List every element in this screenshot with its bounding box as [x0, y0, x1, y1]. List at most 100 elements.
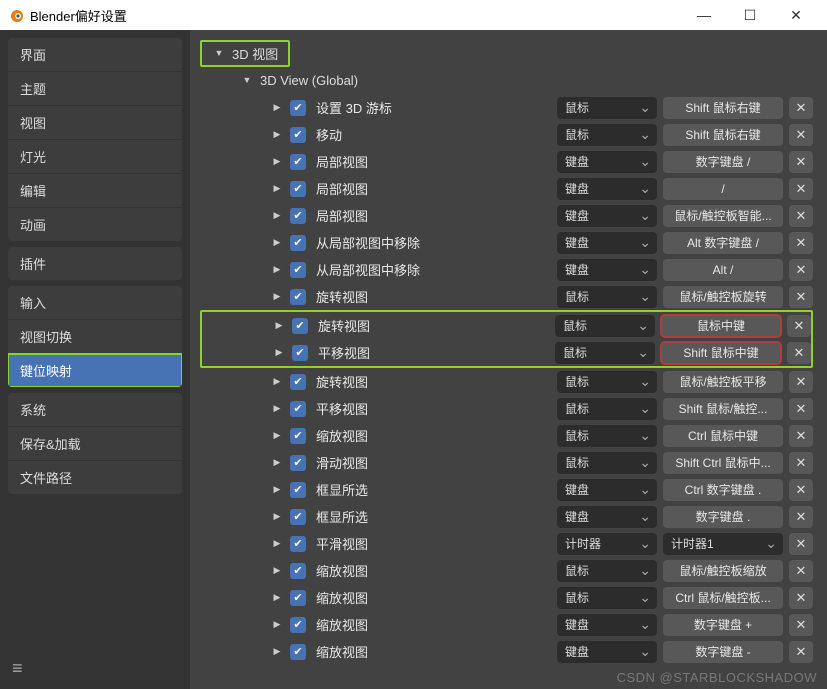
sidebar-item[interactable]: 插件	[8, 247, 182, 280]
key-binding-button[interactable]: 数字键盘 /	[663, 151, 783, 173]
remove-binding-button[interactable]	[789, 398, 813, 420]
key-binding-button[interactable]: 数字键盘 .	[663, 506, 783, 528]
disclosure-right-icon[interactable]	[270, 237, 284, 248]
event-type-select[interactable]: 鼠标	[557, 452, 657, 474]
disclosure-down-icon[interactable]	[212, 48, 226, 59]
event-type-select[interactable]: 鼠标	[557, 124, 657, 146]
sidebar-item[interactable]: 主题	[8, 72, 182, 106]
enable-checkbox[interactable]	[290, 455, 306, 471]
maximize-button[interactable]: ☐	[727, 0, 773, 30]
key-binding-button[interactable]: Shift 鼠标中键	[661, 342, 781, 364]
key-binding-button[interactable]: 鼠标/触控板旋转	[663, 286, 783, 308]
section-3d-view[interactable]: 3D 视图	[200, 40, 290, 67]
enable-checkbox[interactable]	[290, 262, 306, 278]
key-binding-button[interactable]: 鼠标/触控板智能...	[663, 205, 783, 227]
event-type-select[interactable]: 键盘	[557, 205, 657, 227]
disclosure-right-icon[interactable]	[272, 320, 286, 331]
event-type-select[interactable]: 鼠标	[555, 342, 655, 364]
section-3d-view-global[interactable]: 3D View (Global)	[200, 67, 813, 94]
key-binding-button[interactable]: 鼠标/触控板缩放	[663, 560, 783, 582]
sidebar-item[interactable]: 输入	[8, 286, 182, 320]
remove-binding-button[interactable]	[789, 452, 813, 474]
remove-binding-button[interactable]	[789, 205, 813, 227]
event-type-select[interactable]: 键盘	[557, 479, 657, 501]
sidebar-item[interactable]: 保存&加载	[8, 427, 182, 461]
enable-checkbox[interactable]	[290, 154, 306, 170]
remove-binding-button[interactable]	[787, 342, 811, 364]
event-type-select[interactable]: 键盘	[557, 641, 657, 663]
remove-binding-button[interactable]	[789, 259, 813, 281]
disclosure-right-icon[interactable]	[270, 102, 284, 113]
disclosure-right-icon[interactable]	[270, 403, 284, 414]
event-type-select[interactable]: 鼠标	[557, 425, 657, 447]
key-binding-button[interactable]: Shift Ctrl 鼠标中...	[663, 452, 783, 474]
disclosure-right-icon[interactable]	[270, 619, 284, 630]
minimize-button[interactable]: —	[681, 0, 727, 30]
disclosure-right-icon[interactable]	[270, 565, 284, 576]
enable-checkbox[interactable]	[290, 536, 306, 552]
key-binding-button[interactable]: Shift 鼠标右键	[663, 97, 783, 119]
event-type-select[interactable]: 鼠标	[555, 315, 655, 337]
remove-binding-button[interactable]	[789, 425, 813, 447]
remove-binding-button[interactable]	[789, 614, 813, 636]
enable-checkbox[interactable]	[290, 181, 306, 197]
enable-checkbox[interactable]	[290, 235, 306, 251]
disclosure-right-icon[interactable]	[270, 538, 284, 549]
disclosure-down-icon[interactable]	[240, 75, 254, 86]
enable-checkbox[interactable]	[290, 100, 306, 116]
key-binding-button[interactable]: Alt /	[663, 259, 783, 281]
sidebar-item[interactable]: 视图	[8, 106, 182, 140]
disclosure-right-icon[interactable]	[270, 129, 284, 140]
remove-binding-button[interactable]	[789, 560, 813, 582]
sidebar-item[interactable]: 灯光	[8, 140, 182, 174]
key-binding-button[interactable]: /	[663, 178, 783, 200]
enable-checkbox[interactable]	[290, 644, 306, 660]
sidebar-item[interactable]: 动画	[8, 208, 182, 241]
disclosure-right-icon[interactable]	[270, 291, 284, 302]
enable-checkbox[interactable]	[290, 590, 306, 606]
event-type-select[interactable]: 鼠标	[557, 97, 657, 119]
event-type-select[interactable]: 计时器	[557, 533, 657, 555]
hamburger-icon[interactable]: ≡	[12, 658, 23, 679]
event-type-select[interactable]: 键盘	[557, 259, 657, 281]
enable-checkbox[interactable]	[290, 208, 306, 224]
sidebar-item[interactable]: 文件路径	[8, 461, 182, 494]
disclosure-right-icon[interactable]	[270, 592, 284, 603]
event-type-select[interactable]: 键盘	[557, 178, 657, 200]
disclosure-right-icon[interactable]	[270, 430, 284, 441]
key-binding-button[interactable]: Shift 鼠标/触控...	[663, 398, 783, 420]
enable-checkbox[interactable]	[290, 401, 306, 417]
enable-checkbox[interactable]	[290, 289, 306, 305]
remove-binding-button[interactable]	[789, 286, 813, 308]
enable-checkbox[interactable]	[290, 127, 306, 143]
event-type-select[interactable]: 键盘	[557, 151, 657, 173]
remove-binding-button[interactable]	[789, 641, 813, 663]
key-binding-button[interactable]: 数字键盘 -	[663, 641, 783, 663]
disclosure-right-icon[interactable]	[270, 457, 284, 468]
enable-checkbox[interactable]	[290, 509, 306, 525]
event-type-select[interactable]: 键盘	[557, 506, 657, 528]
key-binding-button[interactable]: Ctrl 鼠标/触控板...	[663, 587, 783, 609]
enable-checkbox[interactable]	[292, 318, 308, 334]
sidebar-item[interactable]: 视图切换	[8, 320, 182, 354]
remove-binding-button[interactable]	[789, 587, 813, 609]
event-type-select[interactable]: 鼠标	[557, 371, 657, 393]
remove-binding-button[interactable]	[789, 97, 813, 119]
enable-checkbox[interactable]	[290, 482, 306, 498]
sidebar-item[interactable]: 系统	[8, 393, 182, 427]
key-binding-button[interactable]: 数字键盘 +	[663, 614, 783, 636]
remove-binding-button[interactable]	[789, 178, 813, 200]
disclosure-right-icon[interactable]	[270, 183, 284, 194]
disclosure-right-icon[interactable]	[270, 210, 284, 221]
key-binding-button[interactable]: Shift 鼠标右键	[663, 124, 783, 146]
event-type-select[interactable]: 鼠标	[557, 398, 657, 420]
disclosure-right-icon[interactable]	[270, 484, 284, 495]
remove-binding-button[interactable]	[789, 124, 813, 146]
enable-checkbox[interactable]	[290, 374, 306, 390]
event-type-select[interactable]: 鼠标	[557, 286, 657, 308]
key-binding-button[interactable]: Alt 数字键盘 /	[663, 232, 783, 254]
key-binding-button[interactable]: 鼠标中键	[661, 315, 781, 337]
disclosure-right-icon[interactable]	[270, 264, 284, 275]
sidebar-item[interactable]: 键位映射	[8, 354, 182, 387]
key-binding-button[interactable]: 计时器1	[663, 533, 783, 555]
